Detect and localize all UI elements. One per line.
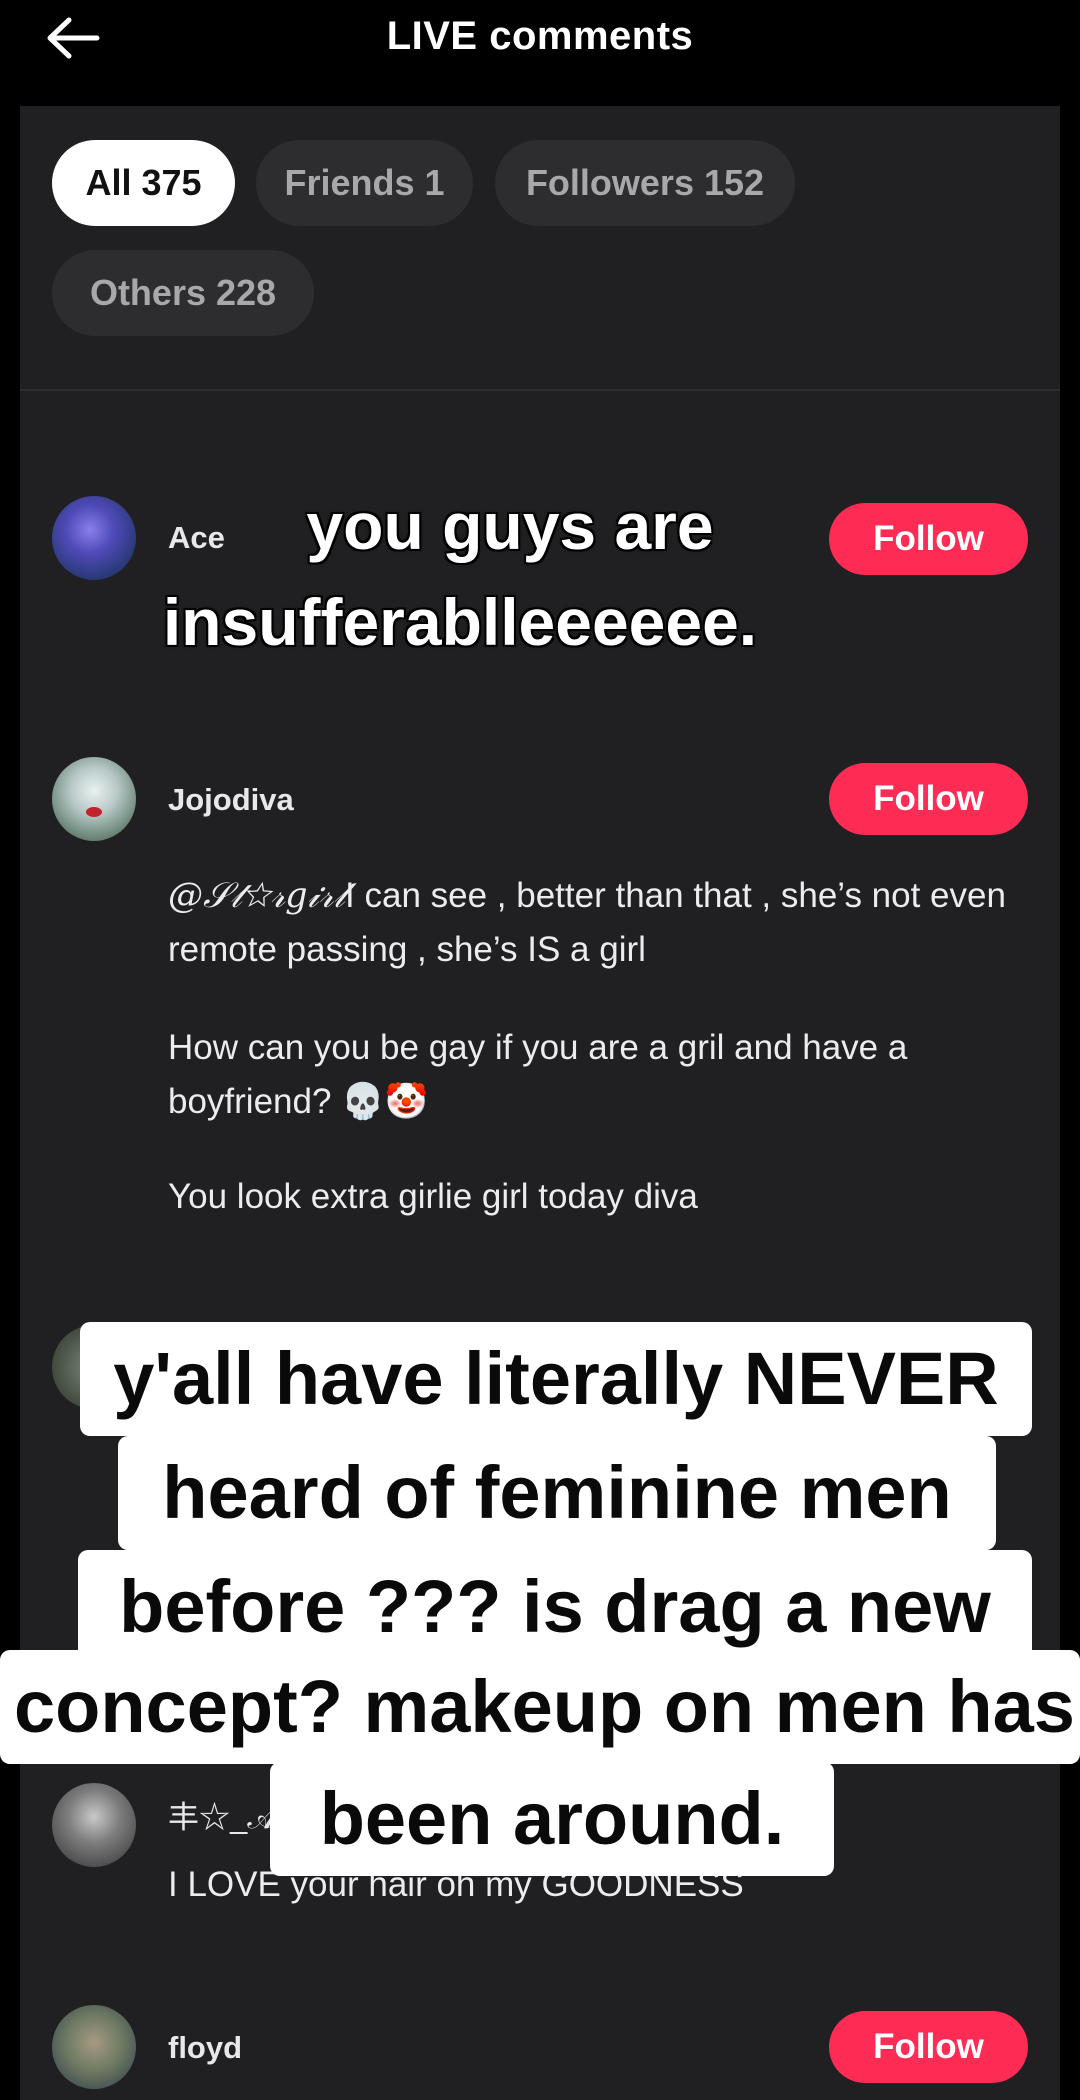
divider <box>20 389 1060 391</box>
filter-chip-followers[interactable]: Followers 152 <box>495 140 795 226</box>
caption-line: before ??? is drag a new <box>78 1550 1032 1664</box>
overlay-caption-line: you guys are <box>306 489 714 563</box>
caption-line: heard of feminine men <box>118 1436 996 1550</box>
avatar[interactable] <box>52 757 136 841</box>
follow-button[interactable]: Follow <box>829 2011 1028 2083</box>
comment-username[interactable]: 丰☆_𝒜 <box>168 1792 277 1837</box>
overlay-caption-line: insufferablleeeeee. <box>162 585 758 659</box>
comment-text: How can you be gay if you are a gril and… <box>168 1028 908 1121</box>
comment-username[interactable]: Jojodiva <box>168 782 294 818</box>
comment-username[interactable]: floyd <box>168 2030 242 2066</box>
comment-text: You look extra girlie girl today diva <box>168 1177 698 1216</box>
caption-line: y'all have literally NEVER <box>80 1322 1032 1436</box>
comment-text: @𝒮𝓉☆𝓇𝑔𝒾𝓇𝓁I can see , better than that , … <box>168 869 1028 977</box>
top-bar: LIVE comments <box>0 0 1080 106</box>
avatar[interactable] <box>52 2005 136 2089</box>
filter-chip-all[interactable]: All 375 <box>52 140 235 226</box>
page-title: LIVE comments <box>386 14 694 58</box>
filter-chip-others[interactable]: Others 228 <box>52 250 314 336</box>
follow-button[interactable]: Follow <box>829 763 1028 835</box>
mention-link[interactable]: @𝒮𝓉☆𝓇𝑔𝒾𝓇𝓁 <box>168 876 345 916</box>
caption-line: concept? makeup on men has <box>0 1650 1080 1764</box>
filter-chip-friends[interactable]: Friends 1 <box>256 140 473 226</box>
caption-line: been around. <box>270 1762 834 1876</box>
avatar[interactable] <box>52 1783 136 1867</box>
